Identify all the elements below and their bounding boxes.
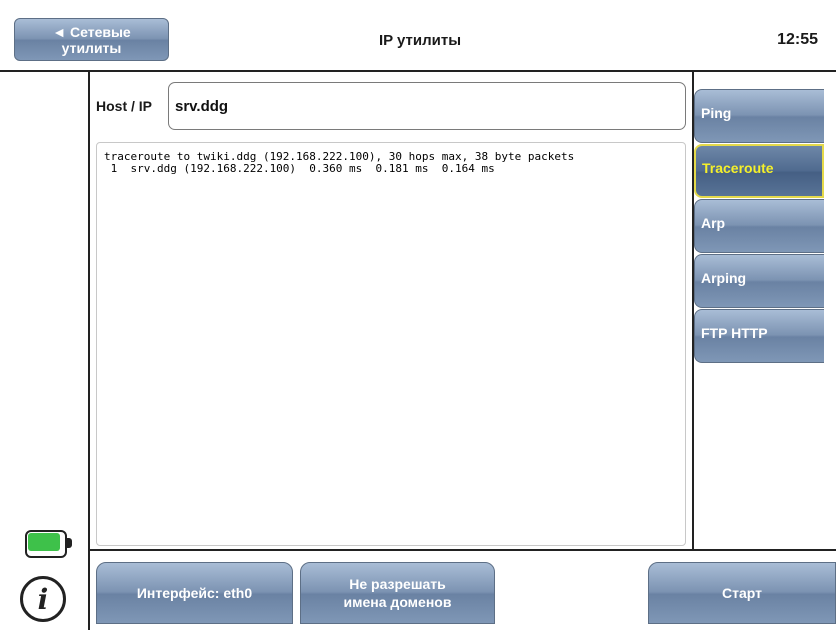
tab-label: FTP HTTP	[701, 325, 768, 341]
tab-label: Ping	[701, 105, 732, 121]
no-dns-resolve-button[interactable]: Не разрешать имена доменов	[300, 562, 495, 624]
tab-ftp-http[interactable]: FTP HTTP	[694, 309, 824, 363]
back-button-line2: утилиты	[61, 39, 122, 56]
tab-arping[interactable]: Arping	[694, 254, 824, 308]
footer-divider	[88, 549, 836, 551]
battery-level	[28, 533, 60, 551]
tab-traceroute[interactable]: Traceroute	[694, 144, 824, 198]
left-divider	[88, 72, 90, 630]
back-button[interactable]: ◄ Сетевые утилиты	[14, 18, 169, 61]
tab-ping[interactable]: Ping	[694, 89, 824, 143]
tab-arp[interactable]: Arp	[694, 199, 824, 253]
output-line: 1 srv.ddg (192.168.222.100) 0.360 ms 0.1…	[104, 162, 495, 175]
host-input[interactable]	[168, 82, 686, 130]
page-title: IP утилиты	[378, 32, 462, 49]
header-divider	[0, 70, 836, 72]
tab-label: Arp	[701, 215, 726, 231]
right-divider	[692, 72, 694, 550]
battery-full-icon	[25, 530, 73, 558]
tab-label: Arping	[701, 270, 747, 286]
interface-button[interactable]: Интерфейс: eth0	[96, 562, 293, 624]
clock: 12:55	[777, 31, 818, 48]
host-label: Host / IP	[96, 98, 153, 114]
back-button-line1: ◄ Сетевые	[52, 23, 131, 40]
start-label: Старт	[722, 585, 762, 601]
dns-label-line2: имена доменов	[343, 594, 452, 610]
interface-label: Интерфейс: eth0	[136, 585, 253, 601]
dns-label-line1: Не разрешать	[349, 576, 446, 592]
info-icon[interactable]: i	[20, 576, 66, 622]
output-console: traceroute to twiki.ddg (192.168.222.100…	[96, 142, 686, 546]
tab-label: Traceroute	[702, 160, 774, 176]
start-button[interactable]: Старт	[648, 562, 836, 624]
